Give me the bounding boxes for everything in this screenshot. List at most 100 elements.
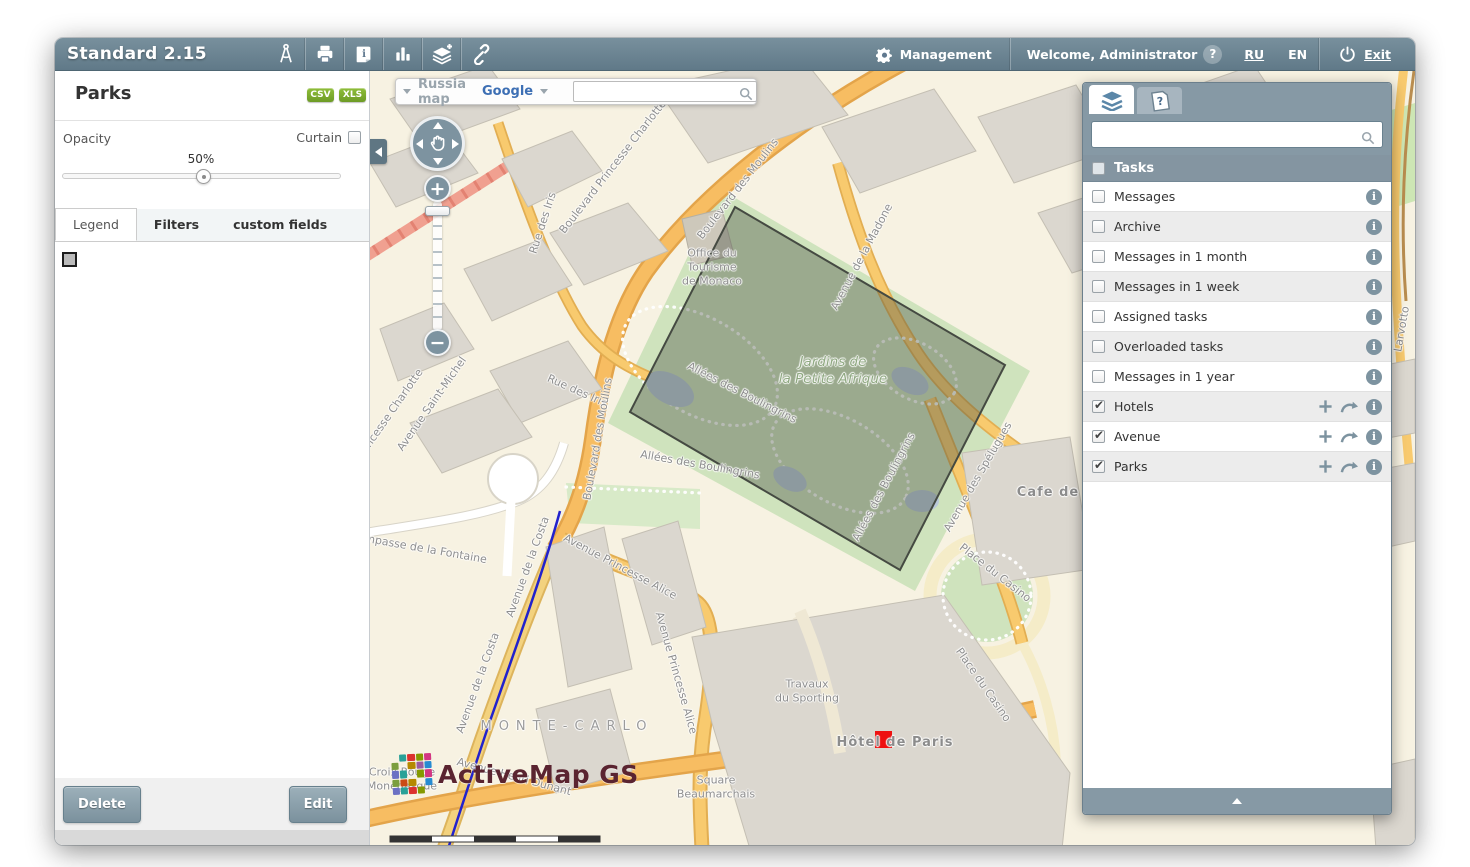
layer-checkbox[interactable] bbox=[1092, 460, 1105, 473]
hotel-marker bbox=[875, 731, 892, 748]
management-button[interactable]: Management bbox=[858, 38, 1010, 70]
link-icon[interactable] bbox=[462, 38, 500, 70]
zoom-slider[interactable] bbox=[433, 201, 442, 331]
layer-title: Parks bbox=[75, 83, 131, 104]
measure-icon[interactable] bbox=[267, 38, 305, 70]
info-icon[interactable]: i bbox=[1366, 279, 1382, 295]
welcome-text: Welcome, Administrator bbox=[1011, 47, 1204, 62]
print-icon[interactable] bbox=[306, 38, 344, 70]
export-xls-button[interactable]: XLS bbox=[339, 88, 366, 102]
layer-label: Assigned tasks bbox=[1114, 309, 1357, 324]
statistics-icon[interactable] bbox=[384, 38, 422, 70]
tasks-group-checkbox[interactable] bbox=[1092, 162, 1105, 175]
app-window: Standard 2.15 i bbox=[55, 38, 1415, 845]
info-icon[interactable]: i bbox=[1366, 219, 1382, 235]
layer-checkbox[interactable] bbox=[1092, 430, 1105, 443]
tab-journal[interactable]: ? bbox=[1137, 87, 1182, 114]
panel-collapse-button[interactable] bbox=[1083, 788, 1391, 814]
add-object-icon[interactable] bbox=[1318, 429, 1333, 444]
zoom-in-button[interactable]: + bbox=[424, 175, 451, 202]
layers-panel: ? Tasks Messages i bbox=[1082, 82, 1392, 815]
layer-checkbox[interactable] bbox=[1092, 310, 1105, 323]
curtain-checkbox[interactable] bbox=[348, 131, 361, 144]
provider-select[interactable]: Google bbox=[482, 84, 533, 99]
layer-label: Avenue bbox=[1114, 429, 1309, 444]
info-icon[interactable]: i bbox=[1366, 309, 1382, 325]
layers-search-input[interactable] bbox=[1091, 121, 1383, 148]
map-search-input[interactable] bbox=[573, 81, 757, 102]
info-icon[interactable]: i bbox=[1366, 189, 1382, 205]
layer-tabs: Legend Filters custom fields bbox=[55, 209, 369, 242]
lang-en-link[interactable]: EN bbox=[1276, 47, 1319, 62]
search-icon bbox=[1361, 131, 1375, 145]
layer-tab[interactable]: Filters bbox=[137, 208, 216, 241]
scale-bar bbox=[390, 836, 600, 842]
add-object-icon[interactable] bbox=[1318, 459, 1333, 474]
layer-row[interactable]: Hotels i bbox=[1083, 392, 1391, 422]
curved-arrow-icon[interactable] bbox=[1340, 400, 1359, 414]
add-object-icon[interactable] bbox=[1318, 399, 1333, 414]
curtain-control: Curtain bbox=[296, 130, 361, 145]
edit-button[interactable]: Edit bbox=[289, 786, 347, 823]
pan-left-icon[interactable] bbox=[416, 139, 423, 149]
info-icon[interactable]: i bbox=[1366, 459, 1382, 475]
chevron-down-icon[interactable] bbox=[540, 89, 548, 94]
info-icon[interactable]: i bbox=[1366, 369, 1382, 385]
layer-row[interactable]: Assigned tasks i bbox=[1083, 302, 1391, 332]
collapse-panel-button[interactable] bbox=[370, 139, 387, 164]
tasks-group-header[interactable]: Tasks bbox=[1083, 155, 1391, 182]
info-icon[interactable]: i bbox=[1366, 429, 1382, 445]
lang-ru-link[interactable]: RU bbox=[1232, 47, 1276, 62]
info-icon[interactable]: i bbox=[1366, 249, 1382, 265]
legend-symbol-swatch bbox=[62, 252, 77, 267]
opacity-slider[interactable] bbox=[62, 173, 341, 179]
layer-tab-label: Legend bbox=[73, 217, 119, 232]
opacity-slider-thumb[interactable] bbox=[196, 169, 211, 184]
curved-arrow-icon[interactable] bbox=[1340, 430, 1359, 444]
layer-tab[interactable]: Legend bbox=[55, 208, 137, 241]
curved-arrow-icon[interactable] bbox=[1340, 460, 1359, 474]
layer-row[interactable]: Messages i bbox=[1083, 182, 1391, 212]
svg-text:i: i bbox=[362, 48, 366, 60]
base-layer-select[interactable]: Russia map bbox=[418, 77, 466, 107]
management-label: Management bbox=[900, 47, 992, 62]
chevron-down-icon[interactable] bbox=[403, 89, 411, 94]
zoom-out-button[interactable]: − bbox=[424, 329, 451, 356]
layer-row[interactable]: Messages in 1 month i bbox=[1083, 242, 1391, 272]
layer-row[interactable]: Archive i bbox=[1083, 212, 1391, 242]
pan-up-icon[interactable] bbox=[433, 122, 443, 129]
export-csv-button[interactable]: CSV bbox=[307, 88, 334, 102]
layer-row[interactable]: Messages in 1 year i bbox=[1083, 362, 1391, 392]
layers-search-row bbox=[1083, 114, 1391, 155]
layer-checkbox[interactable] bbox=[1092, 280, 1105, 293]
layers-panel-tabs: ? bbox=[1083, 83, 1391, 114]
layer-panel-footer: Delete Edit bbox=[55, 778, 369, 830]
layer-checkbox[interactable] bbox=[1092, 340, 1105, 353]
pan-control[interactable] bbox=[410, 116, 465, 171]
add-layer-icon[interactable] bbox=[423, 38, 461, 70]
layer-checkbox[interactable] bbox=[1092, 400, 1105, 413]
layer-checkbox[interactable] bbox=[1092, 190, 1105, 203]
layer-row[interactable]: Messages in 1 week i bbox=[1083, 272, 1391, 302]
power-icon bbox=[1338, 45, 1357, 64]
help-icon[interactable]: ? bbox=[1203, 45, 1222, 64]
pan-right-icon[interactable] bbox=[452, 139, 459, 149]
info-icon[interactable]: i bbox=[1366, 399, 1382, 415]
delete-button[interactable]: Delete bbox=[63, 786, 141, 823]
layer-checkbox[interactable] bbox=[1092, 220, 1105, 233]
info-icon[interactable]: i bbox=[1366, 339, 1382, 355]
layer-checkbox[interactable] bbox=[1092, 250, 1105, 263]
exit-label: Exit bbox=[1364, 47, 1391, 62]
exit-button[interactable]: Exit bbox=[1320, 38, 1415, 70]
layer-label: Archive bbox=[1114, 219, 1357, 234]
zoom-slider-handle[interactable] bbox=[425, 206, 450, 216]
map-toolbar: Russia map Google bbox=[395, 78, 757, 105]
layer-checkbox[interactable] bbox=[1092, 370, 1105, 383]
reference-book-icon[interactable]: i bbox=[345, 38, 383, 70]
layer-tab[interactable]: custom fields bbox=[216, 208, 344, 241]
layer-row[interactable]: Avenue i bbox=[1083, 422, 1391, 452]
layer-row[interactable]: Parks i bbox=[1083, 452, 1391, 482]
pan-down-icon[interactable] bbox=[433, 158, 443, 165]
tab-layers[interactable] bbox=[1089, 85, 1134, 114]
layer-row[interactable]: Overloaded tasks i bbox=[1083, 332, 1391, 362]
